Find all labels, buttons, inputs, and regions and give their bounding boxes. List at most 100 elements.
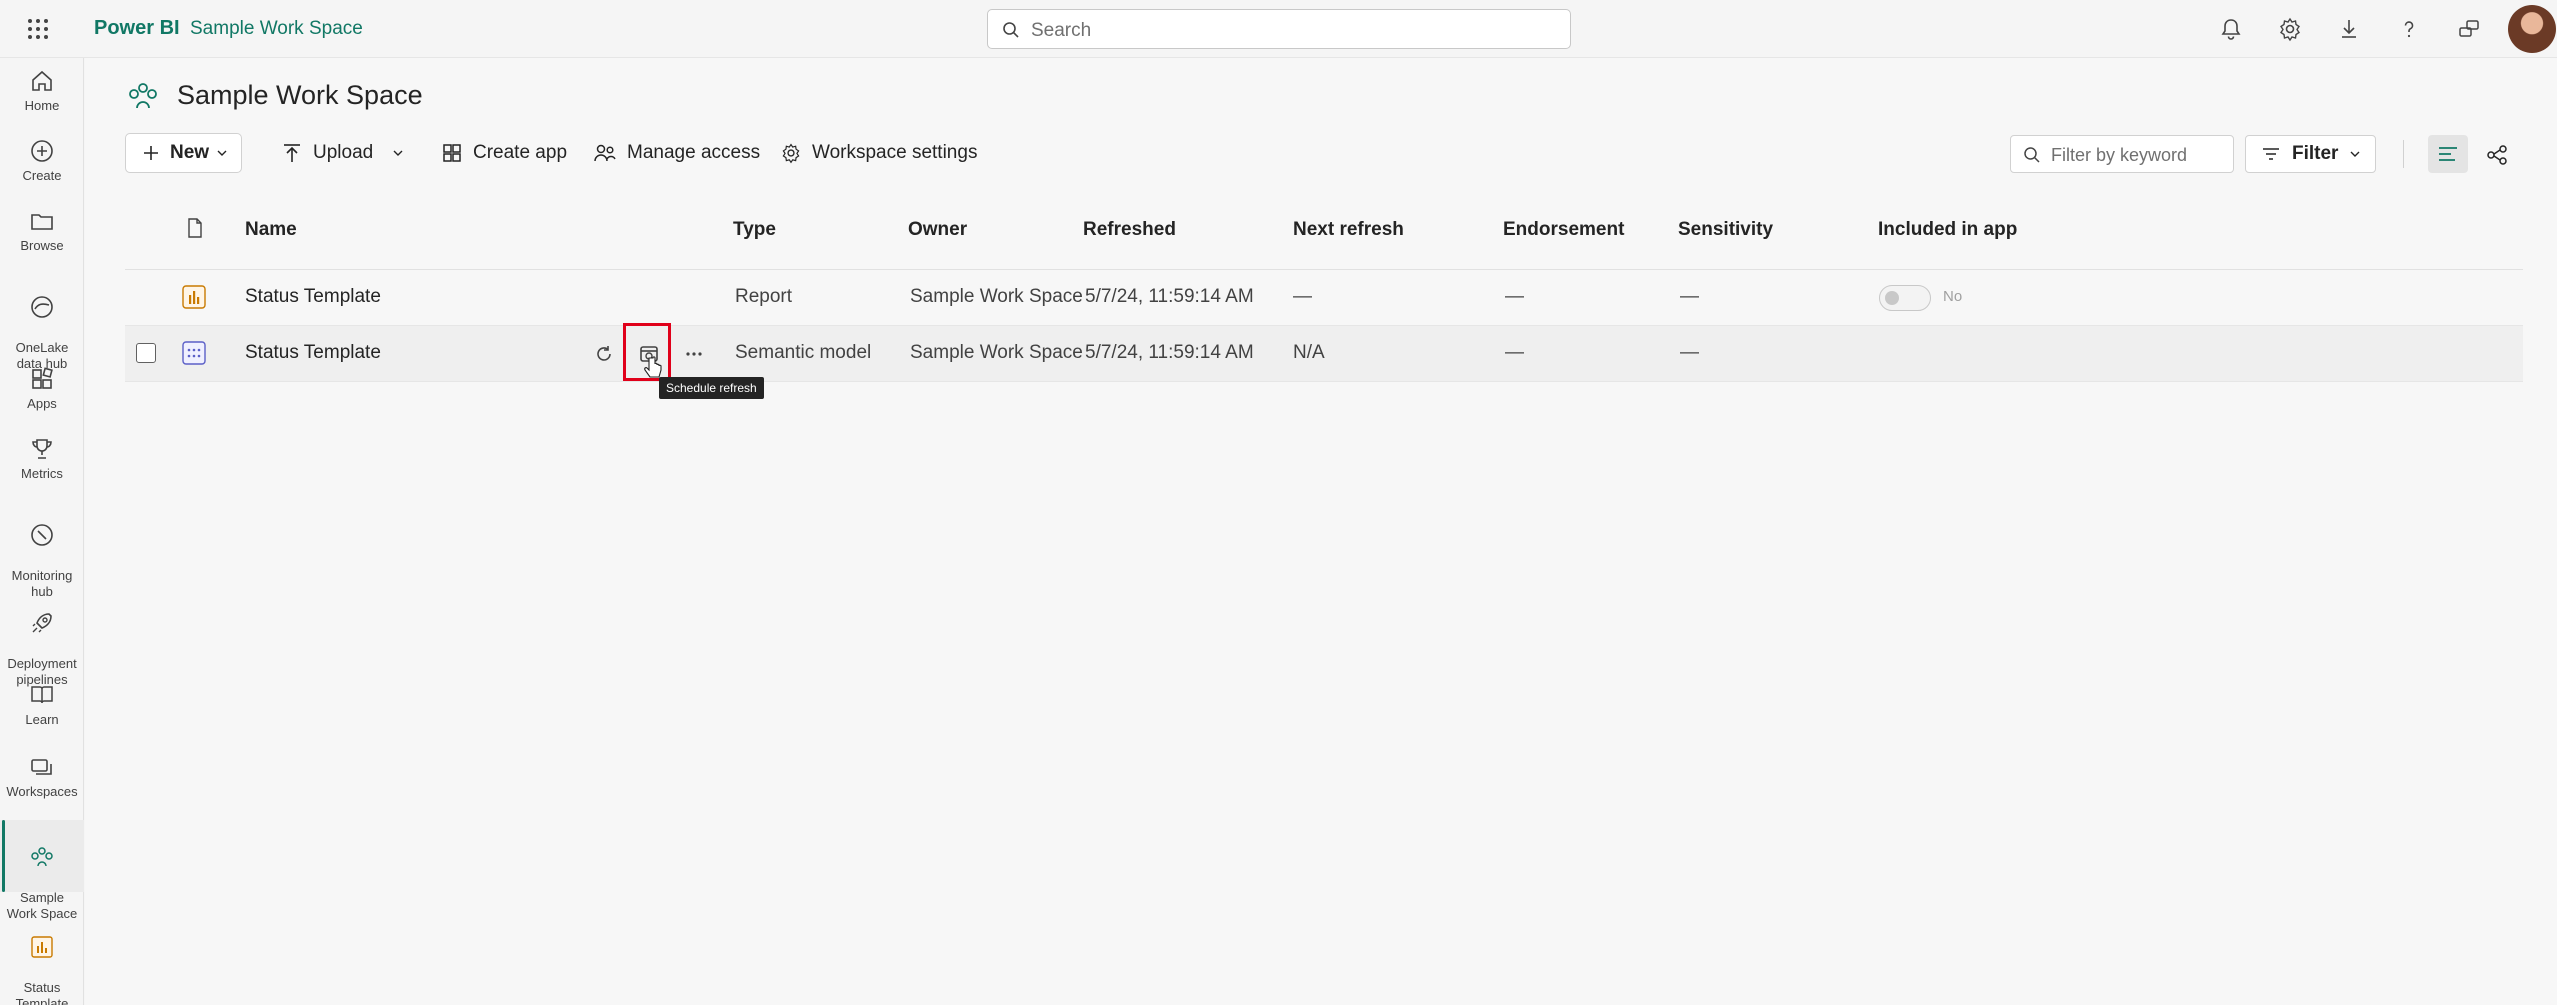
row-type: Semantic model [735, 342, 872, 363]
lineage-view-button[interactable] [2477, 135, 2517, 173]
nav-sample-work-space[interactable]: Sample Work Space [0, 820, 84, 921]
apps-icon [443, 144, 461, 162]
brand-title[interactable]: Power BI [94, 17, 180, 40]
report-icon [31, 936, 53, 958]
nav-sample-work-space-label: Sample Work Space [6, 890, 78, 921]
upload-icon [284, 144, 300, 162]
gear-icon[interactable] [2277, 16, 2303, 42]
waffle-icon[interactable] [28, 19, 48, 39]
col-owner[interactable]: Owner [908, 219, 967, 241]
plus-circle-icon [31, 140, 53, 162]
search-icon [2024, 147, 2040, 163]
included-label: No [1943, 288, 1963, 305]
included-toggle[interactable] [1879, 285, 1931, 311]
nav-home-label: Home [24, 98, 60, 113]
row-refreshed: 5/7/24, 11:59:14 AM [1085, 342, 1254, 363]
nav-workspaces[interactable]: Workspaces [0, 754, 84, 800]
workspace-settings-label: Workspace settings [812, 142, 978, 163]
onelake-icon [31, 296, 53, 318]
row-refreshed: 5/7/24, 11:59:14 AM [1085, 286, 1254, 307]
col-name[interactable]: Name [245, 219, 297, 241]
col-next-refresh[interactable]: Next refresh [1293, 219, 1404, 241]
lineage-icon [2487, 145, 2507, 165]
list-view-icon [2439, 147, 2457, 161]
col-endorsement[interactable]: Endorsement [1503, 219, 1624, 241]
bell-icon[interactable] [2218, 16, 2244, 42]
row-owner: Sample Work Space [910, 342, 1083, 363]
nav-apps[interactable]: Apps [0, 366, 84, 412]
apps-icon [32, 367, 53, 389]
breadcrumb-workspace[interactable]: Sample Work Space [190, 18, 363, 40]
row-name[interactable]: Status Template [245, 286, 381, 308]
nav-status-template[interactable]: Status Template [0, 918, 84, 1005]
row-endorsement: — [1505, 342, 1524, 363]
refresh-icon[interactable] [591, 341, 617, 367]
create-app-label: Create app [473, 142, 568, 163]
nav-onelake[interactable]: OneLake data hub [0, 278, 84, 372]
plus-icon [144, 146, 158, 160]
list-view-button[interactable] [2428, 135, 2468, 173]
workspace-settings-button[interactable]: Workspace settings [780, 133, 977, 173]
share-icon[interactable] [2456, 16, 2482, 42]
create-app-button[interactable]: Create app [441, 133, 567, 173]
nav-create[interactable]: Create [0, 138, 84, 184]
nav-deployment[interactable]: Deployment pipelines [0, 594, 84, 688]
manage-access-button[interactable]: Manage access [593, 133, 760, 173]
people-icon [594, 144, 616, 162]
row-name[interactable]: Status Template [245, 342, 381, 364]
chevron-down-icon [217, 150, 227, 156]
filter-keyword-placeholder: Filter by keyword [2051, 145, 2188, 165]
nav-learn[interactable]: Learn [0, 682, 84, 728]
rocket-icon [32, 613, 52, 633]
row-sensitivity: — [1680, 286, 1699, 307]
new-button[interactable]: New [125, 133, 242, 173]
search-input[interactable]: Search [987, 9, 1571, 49]
nav-browse-label: Browse [20, 238, 64, 253]
help-icon[interactable] [2396, 16, 2422, 42]
filter-label: Filter [2292, 143, 2339, 164]
col-included-in-app[interactable]: Included in app [1878, 219, 2017, 241]
avatar[interactable] [2508, 5, 2556, 53]
col-type[interactable]: Type [733, 219, 776, 241]
trophy-icon [32, 439, 52, 459]
table-header: Name Type Owner Refreshed Next refresh E… [125, 213, 2523, 270]
monitor-icon [31, 524, 53, 546]
row-checkbox[interactable] [136, 343, 156, 363]
file-type-icon [188, 218, 202, 238]
nav-learn-label: Learn [25, 712, 59, 727]
chevron-down-icon [393, 150, 403, 156]
nav-browse[interactable]: Browse [0, 208, 84, 254]
upload-button[interactable]: Upload [281, 133, 413, 173]
table-row[interactable]: Status Template Report Sample Work Space… [125, 270, 2523, 326]
report-icon [182, 285, 206, 309]
semantic-model-icon [182, 341, 206, 365]
nav-workspaces-label: Workspaces [6, 784, 78, 799]
row-endorsement: — [1505, 286, 1524, 307]
row-next-refresh: N/A [1293, 342, 1325, 363]
download-icon[interactable] [2336, 16, 2362, 42]
nav-metrics[interactable]: Metrics [0, 436, 84, 482]
filter-keyword-input[interactable]: Filter by keyword [2010, 135, 2234, 173]
filter-button[interactable]: Filter [2245, 135, 2376, 173]
divider [2403, 140, 2404, 168]
main-content: Sample Work Space New Upload Create app … [85, 58, 2557, 1005]
gear-icon [782, 143, 800, 164]
nav-metrics-label: Metrics [21, 466, 63, 481]
table-row[interactable]: Status Template Semantic model Sample Wo… [125, 326, 2523, 382]
col-sensitivity[interactable]: Sensitivity [1678, 219, 1773, 241]
nav-home[interactable]: Home [0, 68, 84, 114]
home-icon [32, 70, 52, 91]
page-title: Sample Work Space [177, 80, 423, 110]
manage-access-label: Manage access [627, 142, 761, 163]
row-type: Report [735, 286, 793, 307]
top-bar: Power BI Sample Work Space Search [0, 0, 2557, 58]
more-options-icon[interactable] [681, 341, 707, 367]
search-placeholder: Search [1031, 20, 1092, 41]
nav-apps-label: Apps [27, 396, 57, 411]
nav-monitoring[interactable]: Monitoring hub [0, 506, 84, 600]
people-icon [31, 847, 53, 867]
new-label: New [170, 142, 210, 163]
chevron-down-icon [2350, 151, 2360, 157]
col-refreshed[interactable]: Refreshed [1083, 219, 1176, 241]
workspace-people-icon [129, 83, 157, 109]
